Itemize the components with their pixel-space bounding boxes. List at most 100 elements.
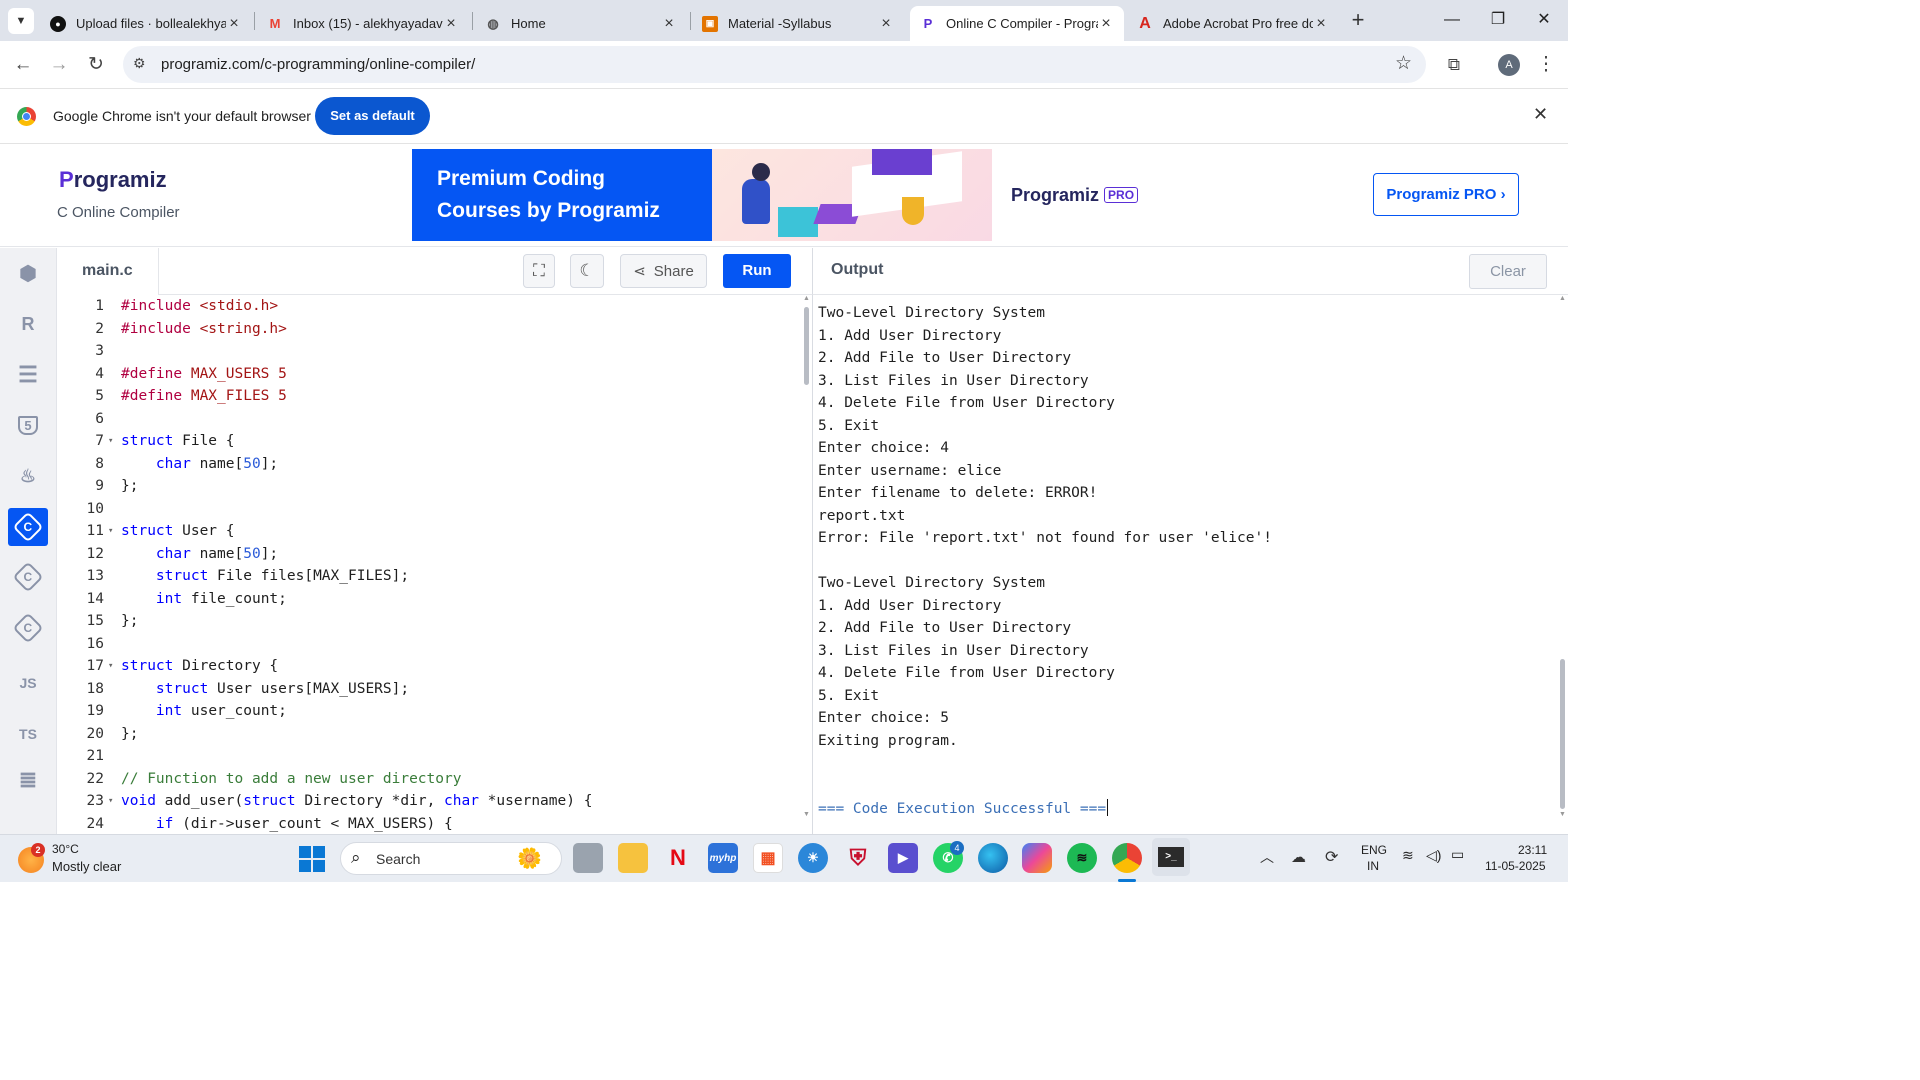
- code-line[interactable]: 1 #include <stdio.h>: [58, 295, 802, 318]
- code-line[interactable]: 5 #define MAX_FILES 5: [58, 385, 802, 408]
- taskbar-search[interactable]: ⌕ Search 🌼: [340, 842, 562, 875]
- sidebar-item-c[interactable]: C: [8, 508, 48, 546]
- code-line[interactable]: 22 // Function to add a new user director…: [58, 768, 802, 791]
- code-line[interactable]: 20};: [58, 723, 802, 746]
- file-tab-main-c[interactable]: main.c: [58, 248, 159, 295]
- bookmark-star-icon[interactable]: ☆: [1395, 52, 1412, 75]
- tab-close-icon[interactable]: ×: [443, 15, 459, 33]
- sidebar-item-r[interactable]: R: [8, 305, 48, 343]
- reload-icon[interactable]: ↻: [83, 52, 109, 78]
- sidebar-item-javascript[interactable]: JS: [8, 664, 48, 702]
- fold-arrow-icon[interactable]: ▾: [108, 655, 113, 677]
- volume-icon[interactable]: ◁): [1426, 847, 1441, 864]
- editor-scrollbar-thumb[interactable]: [804, 307, 809, 385]
- code-line[interactable]: 18 struct User users[MAX_USERS];: [58, 678, 802, 701]
- code-line[interactable]: 8 char name[50];: [58, 453, 802, 476]
- code-line[interactable]: 15};: [58, 610, 802, 633]
- back-arrow-icon[interactable]: ←: [10, 52, 36, 78]
- tab-online-c-compiler[interactable]: P Online C Compiler - Progra ×: [910, 6, 1124, 41]
- tab-close-icon[interactable]: ×: [1098, 15, 1114, 33]
- terminal-icon[interactable]: >_: [1152, 838, 1190, 876]
- tab-close-icon[interactable]: ×: [226, 15, 242, 33]
- new-tab-button[interactable]: +: [1345, 8, 1371, 34]
- fold-arrow-icon[interactable]: ▾: [108, 430, 113, 452]
- tab-home[interactable]: ◍ Home ×: [475, 6, 687, 41]
- code-line[interactable]: 16: [58, 633, 802, 656]
- code-line[interactable]: 12 char name[50];: [58, 543, 802, 566]
- output-console[interactable]: Two-Level Directory System 1. Add User Di…: [812, 295, 1558, 834]
- mcafee-icon[interactable]: ⛨: [843, 843, 873, 873]
- sidebar-item-java[interactable]: ♨: [8, 457, 48, 495]
- spotify-icon[interactable]: ≋: [1067, 843, 1097, 873]
- fold-arrow-icon[interactable]: ▾: [108, 520, 113, 542]
- code-line[interactable]: 14 int file_count;: [58, 588, 802, 611]
- hp-app-icon[interactable]: myhp: [708, 843, 738, 873]
- tab-close-icon[interactable]: ×: [878, 15, 894, 33]
- code-line[interactable]: 11 ▾ struct User {: [58, 520, 802, 543]
- menu-kebab-icon[interactable]: ⋮: [1533, 52, 1559, 78]
- editor-scrollbar-down[interactable]: ▼: [803, 811, 810, 818]
- sidebar-item-python[interactable]: ⬢: [8, 254, 48, 292]
- sync-icon[interactable]: ⟳: [1325, 847, 1338, 867]
- sidebar-item-typescript[interactable]: TS: [8, 715, 48, 753]
- programiz-pro-button[interactable]: Programiz PRO ›: [1373, 173, 1519, 216]
- microsoft-store-icon[interactable]: ▦: [753, 843, 783, 873]
- sidebar-item-html[interactable]: 5: [8, 406, 48, 444]
- code-line[interactable]: 17 ▾ struct Directory {: [58, 655, 802, 678]
- extensions-icon[interactable]: ⧉: [1441, 52, 1467, 78]
- code-line[interactable]: 7 ▾ struct File {: [58, 430, 802, 453]
- netflix-icon[interactable]: N: [663, 843, 693, 873]
- tab-search-button[interactable]: ▼: [8, 8, 34, 34]
- output-scrollbar-thumb[interactable]: [1560, 659, 1565, 809]
- sidebar-item-go[interactable]: ≣: [8, 761, 48, 799]
- code-editor[interactable]: 1 #include <stdio.h> 2 #include <string.h> 3…: [58, 295, 802, 834]
- clock-time[interactable]: 23:11: [1518, 843, 1547, 857]
- avatar[interactable]: A: [1498, 54, 1520, 76]
- code-line[interactable]: 4 #define MAX_USERS 5: [58, 363, 802, 386]
- output-scrollbar[interactable]: ▲ ▼: [1558, 295, 1568, 834]
- code-line[interactable]: 19 int user_count;: [58, 700, 802, 723]
- editor-scrollbar[interactable]: ▲ ▼: [802, 295, 812, 834]
- language-top[interactable]: ENG: [1361, 843, 1387, 857]
- restore-icon[interactable]: ❐: [1475, 6, 1521, 34]
- fullscreen-button[interactable]: ⛶: [523, 254, 555, 288]
- edge-icon[interactable]: [978, 843, 1008, 873]
- battery-icon[interactable]: ▭: [1451, 846, 1464, 863]
- infobar-close-icon[interactable]: ✕: [1533, 104, 1548, 125]
- tab-github-upload[interactable]: ● Upload files · bollealekhya/ ×: [40, 6, 252, 41]
- tab-adobe-acrobat[interactable]: A Adobe Acrobat Pro free dc ×: [1127, 6, 1339, 41]
- editor-scrollbar-up[interactable]: ▲: [803, 295, 810, 302]
- weather-app-icon[interactable]: ☀: [798, 843, 828, 873]
- file-explorer-icon[interactable]: [618, 843, 648, 873]
- sidebar-item-cpp[interactable]: C: [8, 558, 48, 596]
- minimize-icon[interactable]: —: [1429, 6, 1475, 34]
- run-button[interactable]: Run: [723, 254, 791, 288]
- wifi-icon[interactable]: ≋: [1402, 847, 1414, 864]
- code-line[interactable]: 23 ▾ void add_user(struct Directory *dir, …: [58, 790, 802, 813]
- output-scrollbar-up[interactable]: ▲: [1559, 295, 1566, 302]
- code-line[interactable]: 3: [58, 340, 802, 363]
- fold-arrow-icon[interactable]: ▾: [108, 790, 113, 812]
- output-scrollbar-down[interactable]: ▼: [1559, 811, 1566, 818]
- clock-date[interactable]: 11-05-2025: [1485, 859, 1546, 873]
- dark-mode-toggle[interactable]: ☾: [570, 254, 604, 288]
- close-window-icon[interactable]: ✕: [1521, 6, 1567, 34]
- task-view-icon[interactable]: [573, 843, 603, 873]
- clear-button[interactable]: Clear: [1469, 254, 1547, 289]
- code-line[interactable]: 21: [58, 745, 802, 768]
- site-settings-icon[interactable]: ⚙: [133, 55, 146, 72]
- sidebar-item-sql[interactable]: ☰: [8, 356, 48, 394]
- language-bottom[interactable]: IN: [1367, 859, 1379, 873]
- code-line[interactable]: 13 struct File files[MAX_FILES];: [58, 565, 802, 588]
- tab-material-syllabus[interactable]: ▣ Material -Syllabus ×: [692, 6, 904, 41]
- tab-gmail-inbox[interactable]: M Inbox (15) - alekhyayadav1 ×: [257, 6, 469, 41]
- tray-chevron-icon[interactable]: ︿: [1260, 847, 1274, 867]
- chrome-taskbar-icon[interactable]: [1112, 843, 1142, 873]
- code-line[interactable]: 9};: [58, 475, 802, 498]
- tab-close-icon[interactable]: ×: [1313, 15, 1329, 33]
- code-line[interactable]: 6: [58, 408, 802, 431]
- copilot-icon[interactable]: [1022, 843, 1052, 873]
- code-line[interactable]: 10: [58, 498, 802, 521]
- weather-widget[interactable]: 2 30°C Mostly clear: [18, 841, 158, 877]
- code-line[interactable]: 2 #include <string.h>: [58, 318, 802, 341]
